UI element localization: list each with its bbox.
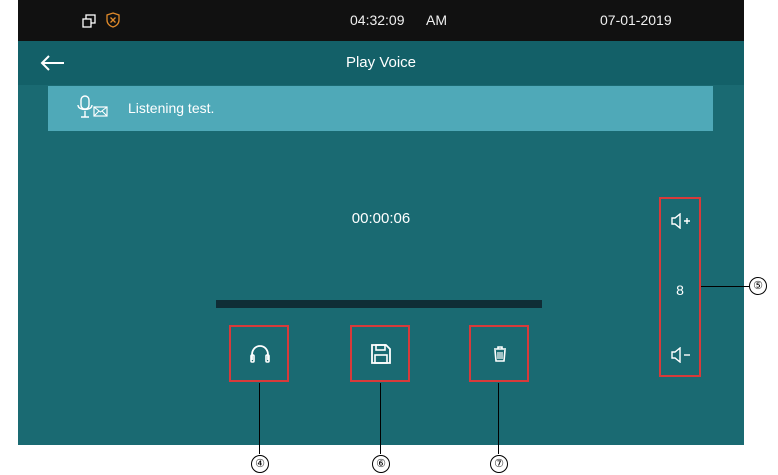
callout-line-volume	[701, 286, 749, 287]
volume-up-icon[interactable]	[670, 213, 692, 229]
callout-save: ⑥	[372, 455, 390, 473]
callout-volume: ⑤	[749, 277, 767, 295]
volume-down-icon[interactable]	[670, 347, 692, 363]
title-bar: Play Voice	[18, 41, 744, 85]
playback-progress-bar[interactable]	[216, 300, 542, 308]
callout-listen: ④	[251, 455, 269, 473]
voice-message-icon	[77, 95, 108, 118]
volume-control: 8	[659, 197, 701, 377]
shield-icon	[106, 12, 120, 28]
elapsed-time: 00:00:06	[351, 210, 411, 227]
page-title: Play Voice	[345, 54, 417, 71]
status-date: 07-01-2019	[600, 12, 672, 28]
device-screen: 04:32:09 AM 07-01-2019 Play Voice Listen…	[18, 0, 744, 445]
save-icon	[371, 344, 391, 364]
callout-line-save	[380, 383, 381, 454]
callout-line-delete	[498, 383, 499, 454]
save-button[interactable]	[350, 325, 410, 382]
volume-level: 8	[676, 282, 684, 298]
callout-line-listen	[259, 383, 260, 454]
listen-button[interactable]	[229, 325, 289, 382]
status-bar: 04:32:09 AM 07-01-2019	[18, 0, 744, 41]
headphones-icon	[250, 345, 270, 363]
copy-icon	[82, 14, 96, 28]
voice-message-banner: Listening test.	[48, 86, 713, 131]
status-ampm: AM	[426, 12, 447, 28]
delete-button[interactable]	[469, 325, 529, 382]
status-time: 04:32:09	[350, 12, 405, 28]
message-text: Listening test.	[128, 100, 215, 116]
trash-icon	[494, 346, 506, 362]
callout-delete: ⑦	[490, 455, 508, 473]
